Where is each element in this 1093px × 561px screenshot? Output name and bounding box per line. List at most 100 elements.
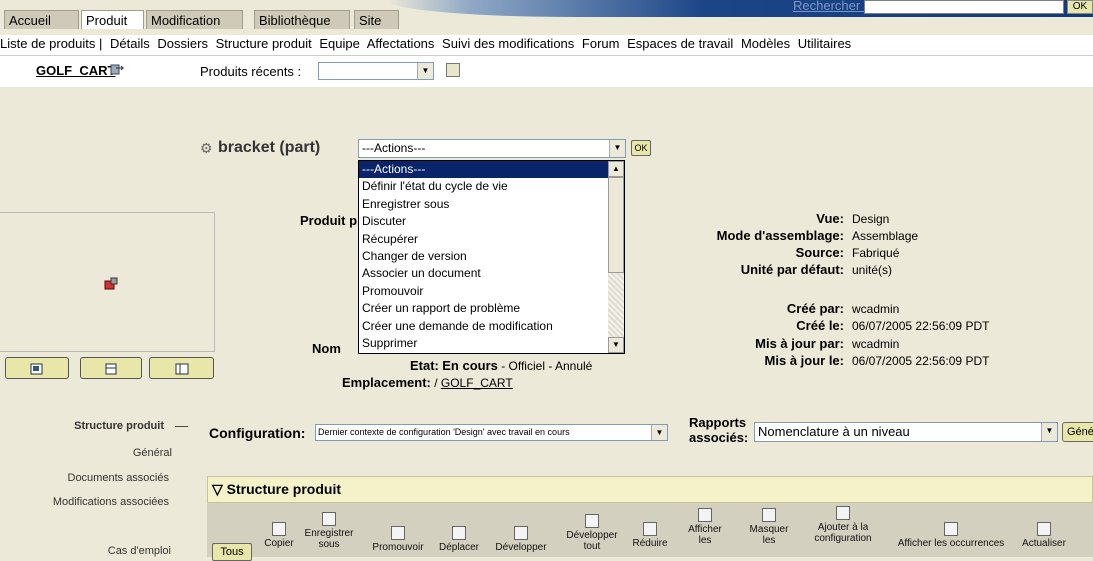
actualiser-label: Actualiser: [1022, 538, 1066, 549]
collapse-triangle-icon[interactable]: ▽: [212, 481, 223, 497]
submenu-modeles[interactable]: Modèles: [741, 36, 790, 51]
rapports-value: Nomenclature à un niveau: [758, 424, 910, 439]
nav-collapse-dash[interactable]: —: [175, 418, 188, 433]
recent-go-icon[interactable]: [446, 63, 460, 77]
developper-tout-label1: Développer: [566, 530, 618, 541]
submenu-suivi-modifications[interactable]: Suivi des modifications: [442, 36, 574, 51]
move-icon: [452, 526, 466, 540]
recent-products-select[interactable]: ▼: [318, 62, 434, 80]
ajouter-configuration-button[interactable]: Ajouter à la configuration: [800, 506, 886, 544]
search-input[interactable]: [864, 0, 1064, 14]
afficher-label1: Afficher: [688, 524, 722, 535]
enregistrer-sous-button[interactable]: Enregistrer sous: [299, 512, 359, 550]
tab-modification[interactable]: Modification: [146, 10, 243, 29]
search-link[interactable]: Rechercher :: [793, 0, 867, 13]
submenu-equipe[interactable]: Equipe: [319, 36, 359, 51]
expand-icon: [514, 526, 528, 540]
context-swap-icon[interactable]: [110, 63, 124, 77]
nav-structure-produit[interactable]: Structure produit: [74, 420, 164, 432]
tab-site[interactable]: Site: [354, 10, 399, 29]
actions-option[interactable]: Définir l'état du cycle de vie: [359, 178, 624, 195]
copy-icon: [272, 522, 286, 536]
cree-par-label: Créé par:: [786, 301, 844, 316]
chevron-down-icon[interactable]: ▼: [609, 140, 625, 157]
cree-par-value: wcadmin: [852, 302, 900, 316]
afficher-les-button[interactable]: Afficher les: [684, 508, 726, 546]
submenu-utilitaires[interactable]: Utilitaires: [798, 36, 851, 51]
unite-label: Unité par défaut:: [740, 262, 844, 277]
actions-option[interactable]: Associer un document: [359, 265, 624, 282]
submenu-liste-produits[interactable]: Liste de produits |: [0, 36, 102, 51]
mode-assemblage-value: Assemblage: [852, 229, 919, 243]
afficher-occurrences-button[interactable]: Afficher les occurrences: [886, 522, 1016, 549]
generate-button[interactable]: Géné: [1062, 422, 1093, 442]
structure-panel-header[interactable]: ▽ Structure produit: [207, 476, 1093, 503]
nav-cas-emploi[interactable]: Cas d'emploi: [108, 545, 171, 557]
actions-option[interactable]: Enregistrer sous: [359, 196, 624, 213]
actions-dropdown-list[interactable]: ---Actions--- Définir l'état du cycle de…: [358, 160, 625, 354]
view-3d-button[interactable]: [5, 357, 69, 379]
submenu-dossiers[interactable]: Dossiers: [157, 36, 208, 51]
source-label: Source:: [795, 245, 844, 260]
search-ok-button[interactable]: OK: [1067, 0, 1093, 14]
actions-option[interactable]: Récupérer: [359, 231, 624, 248]
chevron-down-icon[interactable]: ▼: [1041, 423, 1057, 441]
chevron-down-icon[interactable]: ▼: [651, 425, 667, 440]
masquer-les-button[interactable]: Masquer les: [746, 508, 792, 546]
actions-option[interactable]: Créer une demande de modification: [359, 318, 624, 335]
mode-assemblage-label: Mode d'assemblage:: [716, 228, 844, 243]
rapports-select[interactable]: Nomenclature à un niveau ▼: [754, 422, 1058, 442]
context-name-link[interactable]: GOLF_CART: [36, 63, 115, 78]
tab-bibliotheque[interactable]: Bibliothèque: [254, 10, 350, 29]
reduire-button[interactable]: Réduire: [627, 522, 673, 549]
promouvoir-button[interactable]: Promouvoir: [367, 526, 429, 553]
ajouter-label2: configuration: [814, 533, 872, 544]
emplacement-label: Emplacement:: [342, 375, 431, 390]
submenu-affectations[interactable]: Affectations: [367, 36, 435, 51]
cree-le-value: 06/07/2005 22:56:09 PDT: [852, 319, 990, 333]
submenu-forum[interactable]: Forum: [582, 36, 620, 51]
occurrences-icon: [944, 522, 958, 536]
emplacement-link[interactable]: GOLF_CART: [441, 376, 513, 390]
print-button[interactable]: [80, 357, 142, 379]
submenu-espaces-travail[interactable]: Espaces de travail: [627, 36, 733, 51]
developper-button[interactable]: Développer: [489, 526, 553, 553]
scroll-up-icon[interactable]: ▲: [608, 161, 624, 177]
deplacer-button[interactable]: Déplacer: [433, 526, 485, 553]
vue-value: Design: [852, 212, 890, 226]
nav-modifications-associees[interactable]: Modifications associées: [53, 496, 169, 508]
submenu-details[interactable]: Détails: [110, 36, 150, 51]
chevron-down-icon[interactable]: ▼: [417, 63, 433, 79]
actions-option[interactable]: ---Actions---: [359, 161, 624, 179]
actions-option[interactable]: Créer un rapport de problème: [359, 300, 624, 317]
tab-accueil[interactable]: Accueil: [4, 10, 79, 29]
promote-icon: [391, 526, 405, 540]
actions-ok-button[interactable]: OK: [631, 140, 651, 156]
tab-produit[interactable]: Produit: [81, 10, 144, 29]
object-title: bracket (part): [218, 139, 321, 156]
tous-button[interactable]: Tous: [212, 543, 252, 561]
etat-row: Etat: En cours - Officiel - Annulé: [410, 358, 592, 373]
dropdown-scrollbar[interactable]: ▲ ▼: [608, 161, 624, 353]
maj-le-label: Mis à jour le:: [764, 353, 844, 368]
actions-select[interactable]: ---Actions--- ▼: [358, 139, 626, 158]
actualiser-button[interactable]: Actualiser: [1014, 522, 1074, 549]
actions-option[interactable]: Changer de version: [359, 248, 624, 265]
view-table-button[interactable]: [149, 357, 214, 379]
configuration-select[interactable]: Dernier contexte de configuration 'Desig…: [315, 424, 668, 441]
actions-option[interactable]: Supprimer: [359, 335, 624, 352]
refresh-icon: [1037, 522, 1051, 536]
actions-option[interactable]: Promouvoir: [359, 283, 624, 300]
actions-selected-value: ---Actions---: [362, 141, 426, 155]
scroll-down-icon[interactable]: ▼: [608, 337, 624, 353]
copier-button[interactable]: Copier: [259, 522, 299, 549]
nav-documents-associes[interactable]: Documents associés: [68, 472, 170, 484]
actions-option[interactable]: Discuter: [359, 213, 624, 230]
masquer-label2: les: [762, 535, 776, 546]
submenu-structure-produit[interactable]: Structure produit: [216, 36, 312, 51]
etat-value: En cours: [442, 358, 498, 373]
scroll-thumb[interactable]: [608, 177, 624, 273]
developper-tout-button[interactable]: Développer tout: [559, 514, 625, 552]
gear-icon: ⚙: [200, 140, 213, 156]
nav-general[interactable]: Général: [133, 447, 172, 459]
